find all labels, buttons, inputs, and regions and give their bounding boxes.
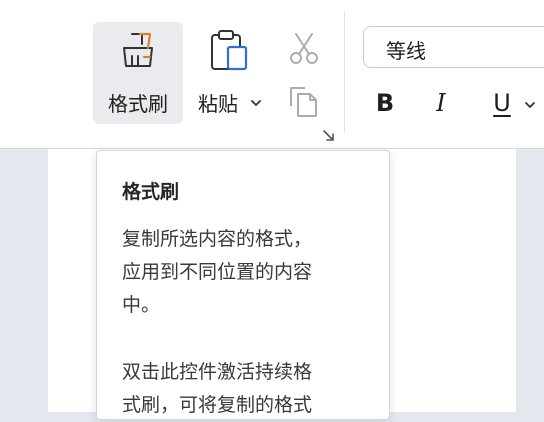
paste-button[interactable]: 粘贴 <box>192 22 272 124</box>
chevron-down-icon <box>251 100 261 106</box>
paint-brush-icon <box>123 32 153 67</box>
copy-icon <box>290 87 317 117</box>
font-name-select[interactable]: 等线 <box>363 26 544 68</box>
clipboard-icon <box>211 30 248 71</box>
tooltip-description: 复制所选内容的格式， 应用到不同位置的内容 中。 <box>122 228 313 316</box>
tooltip-title: 格式刷 <box>122 181 180 203</box>
paste-label: 粘贴 <box>198 92 238 116</box>
format-painter-tooltip: 格式刷 复制所选内容的格式， 应用到不同位置的内容 中。 双击此控件激活持续格 … <box>96 150 390 420</box>
italic-button[interactable]: I <box>423 86 459 120</box>
ribbon-toolbar: 格式刷 粘贴 等线 B I U <box>0 0 544 149</box>
group-divider <box>344 12 345 132</box>
tooltip-hint: 双击此控件激活持续格 式刷，可将复制的格式 <box>122 361 313 416</box>
cut-button[interactable] <box>284 28 324 68</box>
scissors-icon <box>290 33 318 64</box>
expand-arrow-icon <box>323 130 334 141</box>
bold-button[interactable]: B <box>367 86 403 120</box>
format-painter-button[interactable]: 格式刷 <box>93 22 183 124</box>
font-name-value: 等线 <box>386 39 426 63</box>
copy-button[interactable] <box>284 82 324 122</box>
underline-button[interactable]: U <box>484 86 520 120</box>
clipboard-dialog-launcher[interactable] <box>322 128 336 142</box>
underline-chevron-down-icon[interactable] <box>524 100 536 110</box>
format-painter-label: 格式刷 <box>108 92 168 116</box>
